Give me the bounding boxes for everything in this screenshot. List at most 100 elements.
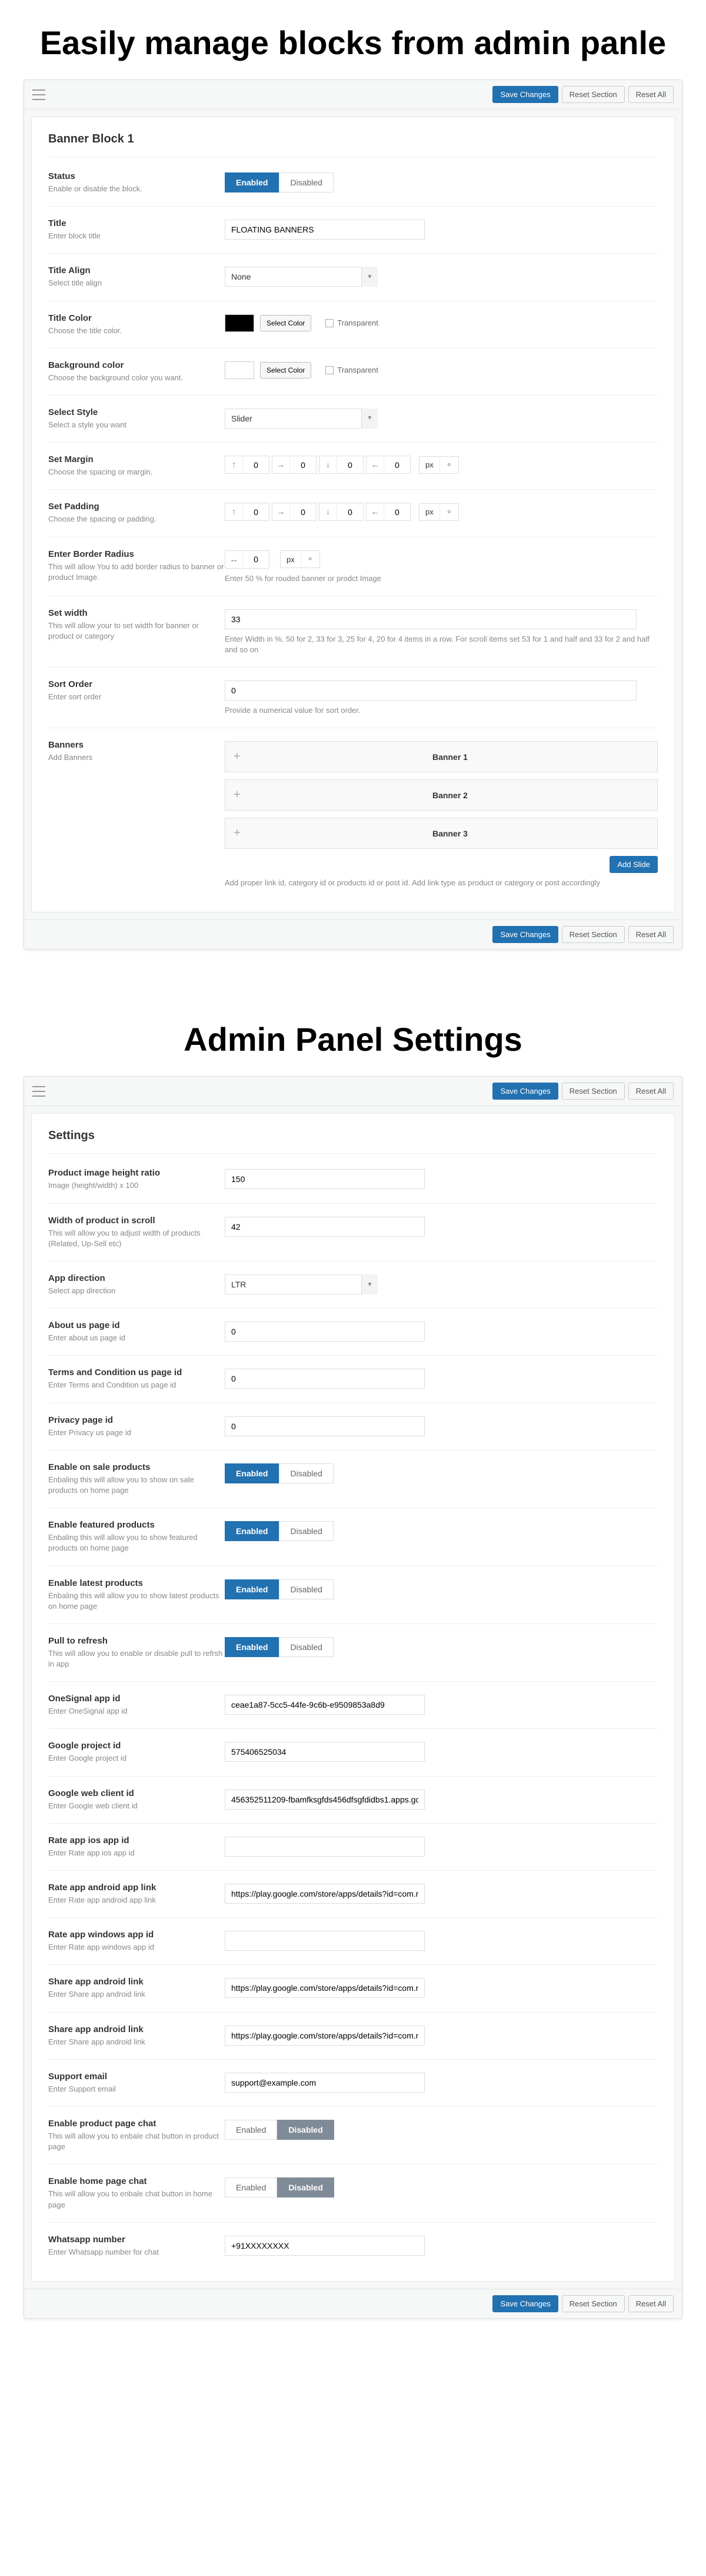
hamburger-icon[interactable]	[32, 1086, 45, 1097]
padding-left-input[interactable]	[384, 504, 410, 520]
reset-all-button[interactable]: Reset All	[628, 2295, 674, 2312]
transparent-label: Transparent	[337, 318, 378, 327]
save-changes-button[interactable]: Save Changes	[492, 86, 558, 103]
scroll-width-input[interactable]	[225, 1217, 425, 1237]
padding-bottom[interactable]: ↓	[319, 503, 364, 521]
privacy-id-input[interactable]	[225, 1416, 425, 1436]
select-color-button[interactable]: Select Color	[260, 315, 311, 331]
toggle-disabled[interactable]: Disabled	[279, 1521, 333, 1541]
reset-all-button[interactable]: Reset All	[628, 1083, 674, 1100]
margin-left-input[interactable]	[384, 457, 410, 473]
save-changes-button[interactable]: Save Changes	[492, 926, 558, 943]
reset-section-button[interactable]: Reset Section	[562, 86, 625, 103]
padding-left[interactable]: ←	[366, 503, 411, 521]
about-id-input[interactable]	[225, 1322, 425, 1342]
toggle-disabled[interactable]: Disabled	[279, 172, 333, 192]
margin-bottom-input[interactable]	[337, 457, 363, 473]
toggle-disabled[interactable]: Disabled	[277, 2120, 334, 2140]
reset-section-button[interactable]: Reset Section	[562, 1083, 625, 1100]
toggle-disabled[interactable]: Disabled	[279, 1579, 333, 1599]
rate-android-input[interactable]	[225, 1884, 425, 1904]
margin-top-input[interactable]	[243, 457, 269, 473]
home-chat-toggle[interactable]: EnabledDisabled	[225, 2177, 334, 2197]
toggle-enabled[interactable]: Enabled	[225, 2177, 277, 2197]
transparent-checkbox[interactable]	[325, 366, 334, 374]
padding-unit[interactable]: px⚬	[419, 503, 459, 521]
rate-ios-input[interactable]	[225, 1837, 425, 1857]
status-toggle[interactable]: Enabled Disabled	[225, 172, 334, 192]
toggle-disabled[interactable]: Disabled	[277, 2177, 334, 2197]
sort-input[interactable]	[225, 680, 637, 701]
share-android-input-2[interactable]	[225, 2026, 425, 2046]
enable-featured-toggle[interactable]: EnabledDisabled	[225, 1521, 334, 1541]
margin-left[interactable]: ←	[366, 456, 411, 474]
radius-help: Enter 50 % for rouded banner or prodct I…	[225, 573, 658, 584]
toggle-enabled[interactable]: Enabled	[225, 172, 279, 192]
margin-right[interactable]: →	[272, 456, 317, 474]
field-sort: Sort Order Enter sort order Provide a nu…	[48, 668, 658, 728]
support-email-input[interactable]	[225, 2073, 425, 2093]
label: Enable product page chat	[48, 2119, 225, 2129]
height-ratio-input[interactable]	[225, 1169, 425, 1189]
radius-input[interactable]	[243, 551, 269, 567]
banner-item[interactable]: +Banner 1	[225, 741, 658, 772]
reset-all-button[interactable]: Reset All	[628, 86, 674, 103]
radius-desc: This will allow You to add border radius…	[48, 562, 225, 583]
padding-top-input[interactable]	[243, 504, 269, 520]
save-changes-button[interactable]: Save Changes	[492, 2295, 558, 2312]
margin-unit[interactable]: px⚬	[419, 456, 459, 474]
margin-top[interactable]: ↑	[225, 456, 269, 474]
terms-id-input[interactable]	[225, 1369, 425, 1389]
select-color-button[interactable]: Select Color	[260, 362, 311, 379]
link-icon[interactable]: ⚬	[440, 504, 458, 520]
enable-latest-toggle[interactable]: EnabledDisabled	[225, 1579, 334, 1599]
toggle-disabled[interactable]: Disabled	[279, 1463, 333, 1483]
product-chat-toggle[interactable]: EnabledDisabled	[225, 2120, 334, 2140]
google-project-input[interactable]	[225, 1742, 425, 1762]
share-android-input[interactable]	[225, 1978, 425, 1998]
save-changes-button[interactable]: Save Changes	[492, 1083, 558, 1100]
padding-bottom-input[interactable]	[337, 504, 363, 520]
title-input[interactable]	[225, 220, 425, 240]
toggle-enabled[interactable]: Enabled	[225, 1637, 279, 1657]
arrow-left-icon: ←	[367, 503, 384, 520]
padding-right-input[interactable]	[290, 504, 316, 520]
google-web-client-input[interactable]	[225, 1790, 425, 1810]
link-icon[interactable]: ⚬	[440, 457, 458, 473]
pull-refresh-toggle[interactable]: EnabledDisabled	[225, 1637, 334, 1657]
toggle-disabled[interactable]: Disabled	[279, 1637, 333, 1657]
desc: Enter Rate app android app link	[48, 1895, 225, 1906]
reset-all-button[interactable]: Reset All	[628, 926, 674, 943]
toggle-enabled[interactable]: Enabled	[225, 1521, 279, 1541]
style-select[interactable]: Slider ▼	[225, 409, 378, 429]
banner-item[interactable]: +Banner 3	[225, 818, 658, 849]
transparent-checkbox[interactable]	[325, 319, 334, 327]
link-icon[interactable]: ⚬	[301, 551, 319, 567]
reset-section-button[interactable]: Reset Section	[562, 2295, 625, 2312]
title-align-label: Title Align	[48, 265, 225, 275]
margin-right-input[interactable]	[290, 457, 316, 473]
reset-section-button[interactable]: Reset Section	[562, 926, 625, 943]
padding-right[interactable]: →	[272, 503, 317, 521]
whatsapp-input[interactable]	[225, 2236, 425, 2256]
toggle-enabled[interactable]: Enabled	[225, 2120, 277, 2140]
add-slide-button[interactable]: Add Slide	[610, 856, 658, 873]
desc: Enter Google web client id	[48, 1801, 225, 1811]
field-share-android-2: Share app android linkEnter Share app an…	[48, 2013, 658, 2060]
padding-top[interactable]: ↑	[225, 503, 269, 521]
hamburger-icon[interactable]	[32, 89, 45, 100]
toggle-enabled[interactable]: Enabled	[225, 1463, 279, 1483]
margin-bottom[interactable]: ↓	[319, 456, 364, 474]
desc: Enter Google project id	[48, 1753, 225, 1764]
padding-label: Set Padding	[48, 502, 225, 512]
enable-sale-toggle[interactable]: EnabledDisabled	[225, 1463, 334, 1483]
banner-item[interactable]: +Banner 2	[225, 779, 658, 811]
toggle-enabled[interactable]: Enabled	[225, 1579, 279, 1599]
radius-box[interactable]: ↔	[225, 550, 269, 569]
onesignal-input[interactable]	[225, 1695, 425, 1715]
rate-windows-input[interactable]	[225, 1931, 425, 1951]
radius-unit[interactable]: px⚬	[280, 550, 320, 568]
title-align-select[interactable]: None ▼	[225, 267, 378, 287]
width-input[interactable]	[225, 609, 637, 629]
app-direction-select[interactable]: LTR▼	[225, 1274, 378, 1294]
